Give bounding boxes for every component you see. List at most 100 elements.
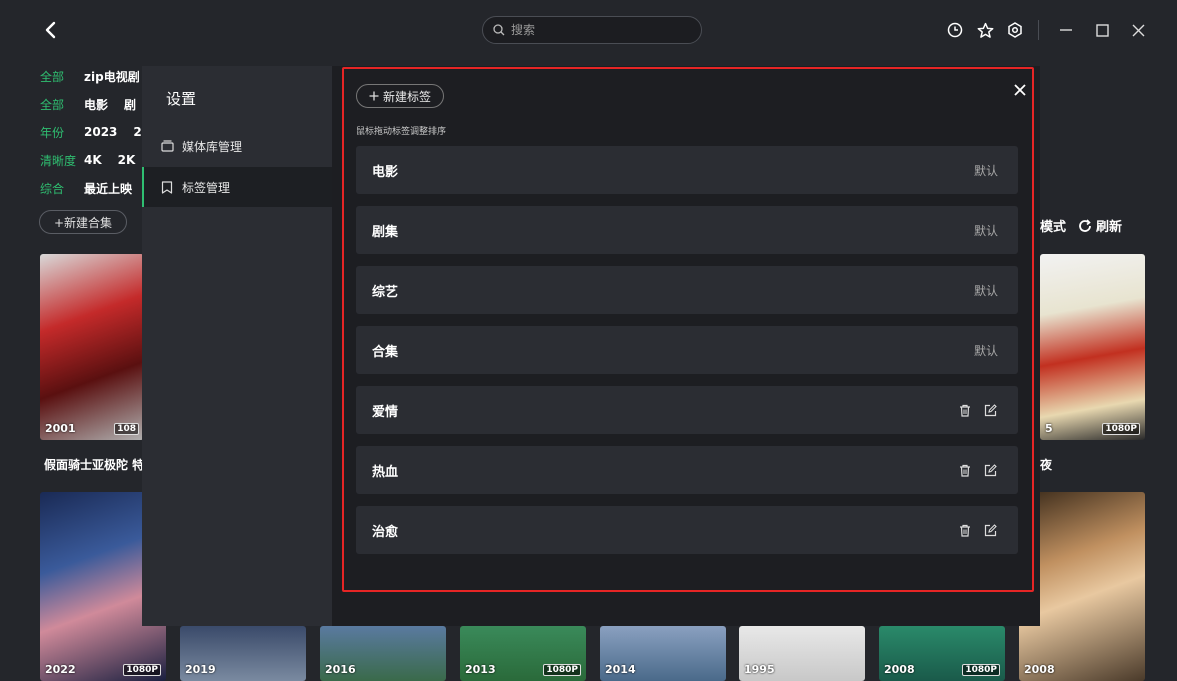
poster-card[interactable]: 1995 [739, 626, 865, 681]
poster-card[interactable]: 2013 1080P [460, 626, 586, 681]
window-close-button[interactable] [1125, 18, 1151, 42]
tag-name: 合集 [372, 344, 399, 360]
minimize-icon [1060, 29, 1072, 31]
search-input[interactable] [511, 23, 691, 37]
delete-tag-button[interactable] [957, 462, 973, 478]
trash-icon [960, 464, 970, 477]
refresh-icon[interactable] [1078, 218, 1092, 233]
filter-value[interactable]: 4K [84, 153, 102, 167]
filter-value[interactable]: 2023 [84, 125, 117, 139]
new-tag-label: 新建标签 [383, 89, 432, 104]
poster-year: 2016 [325, 663, 356, 676]
settings-close-button[interactable] [1011, 81, 1029, 99]
delete-tag-button[interactable] [957, 402, 973, 418]
menu-item-label: 媒体库管理 [182, 139, 243, 154]
filter-key[interactable]: 全部 [40, 96, 84, 113]
edit-tag-button[interactable] [982, 462, 998, 478]
tag-row[interactable]: 剧集 默认 [356, 206, 1018, 254]
edit-icon [984, 403, 997, 416]
filter-value[interactable]: 2K [118, 153, 136, 167]
new-collection-button[interactable]: +新建合集 [39, 210, 128, 234]
back-button[interactable] [38, 18, 62, 42]
filter-key[interactable]: 清晰度 [40, 152, 84, 169]
tag-row[interactable]: 综艺 默认 [356, 266, 1018, 314]
poster-year: 2008 [884, 663, 915, 676]
poster-year: 5 [1045, 422, 1053, 435]
poster-card[interactable]: 2016 [320, 626, 446, 681]
poster-card[interactable]: 2008 1080P [879, 626, 1005, 681]
default-label: 默认 [973, 283, 998, 298]
new-tag-button[interactable]: 新建标签 [356, 84, 445, 108]
filter-row: 综合 最近上映 [40, 176, 148, 200]
tag-name: 治愈 [372, 524, 399, 540]
poster-year: 2001 [45, 422, 76, 435]
refresh-button[interactable]: 刷新 [1096, 216, 1122, 235]
resolution-badge: 1080P [123, 664, 161, 676]
maximize-button[interactable] [1089, 18, 1115, 42]
filter-key[interactable]: 全部 [40, 68, 84, 85]
resolution-badge: 1080P [543, 664, 581, 676]
edit-tag-button[interactable] [982, 402, 998, 418]
resolution-badge: 1080P [1102, 423, 1140, 435]
resolution-badge: 108 [114, 423, 139, 435]
tag-row[interactable]: 电影 默认 [356, 146, 1018, 194]
history-button[interactable] [944, 18, 966, 42]
poster-card[interactable]: 2001 108 [40, 254, 144, 440]
clock-icon [947, 22, 963, 38]
filter-value[interactable]: 电影 [84, 96, 108, 113]
poster-title[interactable]: 假面骑士亚极陀 特 [44, 456, 144, 473]
favorites-button[interactable] [974, 18, 996, 42]
tag-name: 爱情 [372, 404, 399, 420]
filter-key[interactable]: 年份 [40, 124, 84, 141]
menu-item-media-library[interactable]: 媒体库管理 [142, 126, 332, 166]
maximize-icon [1095, 23, 1109, 37]
filter-value[interactable]: 剧 [124, 96, 136, 113]
settings-sidebar: 设置 媒体库管理 标签管理 [142, 66, 332, 626]
tag-name: 综艺 [372, 284, 399, 300]
poster-year: 2013 [465, 663, 496, 676]
tag-actions [948, 462, 998, 478]
search-icon [493, 24, 505, 36]
poster-title[interactable]: 夜 [1040, 456, 1052, 473]
menu-item-tag-management[interactable]: 标签管理 [142, 167, 332, 207]
menu-item-label: 标签管理 [182, 180, 231, 195]
default-label: 默认 [973, 343, 998, 358]
tag-row[interactable]: 合集 默认 [356, 326, 1018, 374]
filter-key[interactable]: 综合 [40, 180, 84, 197]
filter-value[interactable]: 最近上映 [84, 180, 132, 197]
chevron-left-icon [45, 21, 56, 39]
edit-icon [984, 523, 997, 536]
tag-name: 剧集 [372, 224, 399, 240]
close-icon [1132, 24, 1144, 36]
close-icon [1014, 84, 1026, 96]
poster-year: 2008 [1024, 663, 1055, 676]
search-box[interactable] [482, 16, 702, 44]
tag-actions [948, 522, 998, 538]
filter-value[interactable]: zip电视剧 [84, 68, 140, 85]
drag-hint: 鼠标拖动标签调整排序 [356, 127, 447, 137]
gear-icon [1008, 22, 1022, 38]
tag-row[interactable]: 爱情 [356, 386, 1018, 434]
poster-card[interactable]: 5 1080P [1040, 254, 1145, 440]
minimize-button[interactable] [1053, 18, 1079, 42]
poster-card[interactable]: 2019 [180, 626, 306, 681]
plus-icon [369, 91, 379, 101]
default-label: 默认 [973, 223, 998, 238]
poster-year: 1995 [744, 663, 775, 676]
resolution-badge: 1080P [962, 664, 1000, 676]
library-tools: 模式 刷新 [1040, 216, 1134, 235]
poster-card[interactable]: 2014 [600, 626, 726, 681]
tag-row[interactable]: 热血 [356, 446, 1018, 494]
settings-button[interactable] [1004, 18, 1026, 42]
tag-row[interactable]: 治愈 [356, 506, 1018, 554]
tag-name: 电影 [372, 164, 399, 180]
poster-year: 2022 [45, 663, 76, 676]
delete-tag-button[interactable] [957, 522, 973, 538]
bookmark-icon [160, 180, 174, 194]
edit-tag-button[interactable] [982, 522, 998, 538]
title-bar [0, 0, 1177, 60]
star-icon [977, 22, 993, 38]
view-mode-button[interactable]: 模式 [1040, 216, 1066, 235]
folder-icon [160, 139, 174, 153]
tag-name: 热血 [372, 464, 399, 480]
